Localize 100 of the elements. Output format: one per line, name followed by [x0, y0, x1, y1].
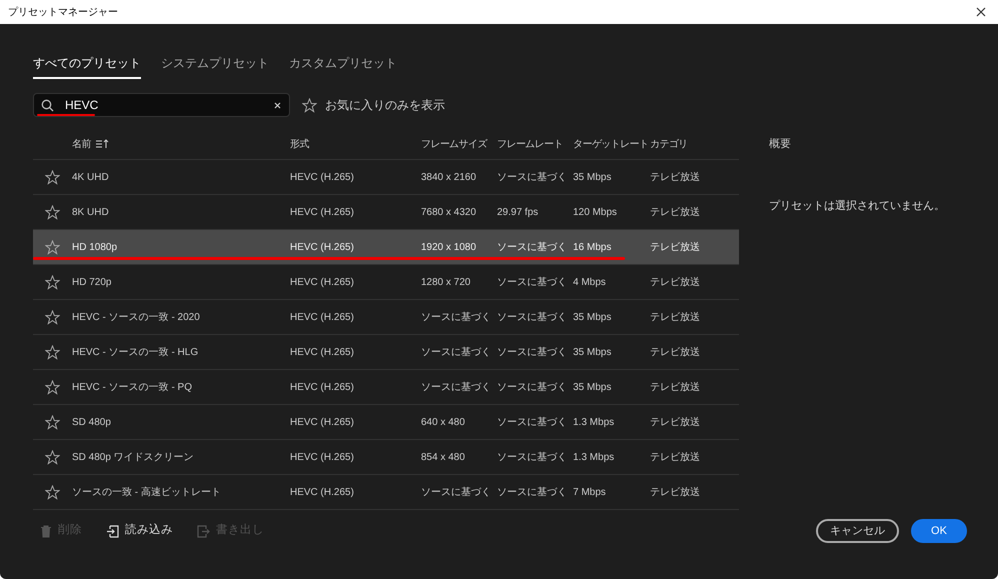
table-cell: ソースに基づく	[421, 312, 491, 322]
summary-text: プリセットは選択されていません。	[769, 198, 945, 214]
table-row[interactable]: HD 720p HEVC (H.265) 1280 x 720 ソースに基づく 4 Mbps テレビ放送	[33, 265, 739, 300]
table-cell: 3840 x 2160	[421, 172, 476, 182]
table-cell: 16 Mbps	[573, 242, 612, 252]
ok-button[interactable]: OK	[911, 519, 967, 543]
table-cell: HEVC (H.265)	[290, 416, 354, 428]
star-icon[interactable]	[45, 204, 60, 220]
table-cell: ソースに基づく	[497, 312, 567, 322]
table-row[interactable]: ソースの一致 - 高速ビットレート HEVC (H.265) ソースに基づく ソースに基づく 7 Mbps テレビ放送	[33, 475, 739, 510]
table-cell: 35 Mbps	[573, 172, 612, 182]
selected-table-row[interactable]: HD 1080p HEVC (H.265) 1920 x 1080 ソースに基づく 16 Mbps テレビ放送	[33, 230, 739, 265]
table-cell: HEVC (H.265)	[290, 382, 354, 392]
search-field[interactable]: HEVC	[33, 93, 290, 117]
table-cell: 7 Mbps	[573, 486, 606, 498]
table-cell: 640 x 480	[421, 416, 465, 428]
table-cell: テレビ放送	[650, 346, 700, 358]
star-icon[interactable]	[45, 344, 60, 360]
star-icon[interactable]	[45, 170, 60, 184]
table-cell: HEVC (H.265)	[290, 206, 354, 218]
tab[interactable]: システムプリセット	[161, 54, 269, 79]
search-icon	[41, 99, 54, 112]
table-row[interactable]: HEVC - ソースの一致 - PQ HEVC (H.265) ソースに基づく ソースに基づく 35 Mbps テレビ放送	[33, 370, 739, 405]
table-cell: ソースに基づく	[497, 346, 567, 358]
table-cell: テレビ放送	[650, 452, 700, 462]
table-cell: HEVC (H.265)	[290, 452, 354, 462]
table-cell: テレビ放送	[650, 382, 700, 392]
sort-icon[interactable]	[94, 139, 109, 149]
table-cell: ソースに基づく	[497, 172, 567, 182]
table-cell: 4 Mbps	[573, 276, 606, 288]
star-icon[interactable]	[45, 484, 60, 500]
star-icon[interactable]	[45, 274, 60, 290]
table-cell: HEVC (H.265)	[290, 346, 354, 358]
table-cell: ソースに基づく	[421, 346, 491, 358]
star-icon[interactable]	[45, 310, 60, 324]
table-cell: ソースに基づく	[421, 382, 491, 392]
table-cell: テレビ放送	[650, 416, 700, 428]
table-row[interactable]: SD 480p ワイドスクリーン HEVC (H.265) 854 x 480 ソースに基づく 1.3 Mbps テレビ放送	[33, 440, 739, 475]
table-cell: 35 Mbps	[573, 312, 612, 322]
table-cell: テレビ放送	[650, 172, 700, 182]
column-header[interactable]: ターゲットレート	[573, 136, 648, 152]
table-cell: HEVC (H.265)	[290, 486, 354, 498]
table-cell: HEVC (H.265)	[290, 276, 354, 288]
table-cell: HD 720p	[72, 276, 112, 288]
table-cell: HEVC - ソースの一致 - HLG	[72, 346, 198, 358]
column-header[interactable]: 形式	[290, 136, 309, 152]
import-button[interactable]: 読み込み	[106, 522, 173, 540]
star-icon[interactable]	[45, 240, 60, 254]
table-cell: ソースに基づく	[421, 486, 491, 498]
favorites-only-label[interactable]: お気に入りのみを表示	[325, 96, 445, 114]
table-cell: ソースに基づく	[497, 416, 567, 428]
table-cell: 7680 x 4320	[421, 206, 476, 218]
star-icon[interactable]	[45, 414, 60, 430]
table-cell: HD 1080p	[72, 242, 118, 252]
table-cell: ソースに基づく	[497, 486, 567, 498]
column-header[interactable]: カテゴリ	[650, 136, 688, 152]
table-cell: HEVC (H.265)	[290, 312, 354, 322]
star-icon[interactable]	[45, 450, 60, 464]
table-cell: 35 Mbps	[573, 346, 612, 358]
table-row[interactable]: HEVC - ソースの一致 - HLG HEVC (H.265) ソースに基づく ソースに基づく 35 Mbps テレビ放送	[33, 335, 739, 370]
table-cell: 1280 x 720	[421, 276, 470, 288]
table-cell: 1.3 Mbps	[573, 416, 614, 428]
table-cell: テレビ放送	[650, 486, 700, 498]
window-title: プリセットマネージャー	[8, 6, 118, 20]
table-row[interactable]: SD 480p HEVC (H.265) 640 x 480 ソースに基づく 1.3 Mbps テレビ放送	[33, 405, 739, 440]
tab[interactable]: すべてのプリセット	[33, 54, 141, 79]
table-cell: HEVC (H.265)	[290, 172, 354, 182]
export-icon	[197, 524, 210, 538]
table-cell: SD 480p ワイドスクリーン	[72, 452, 194, 462]
table-cell: テレビ放送	[650, 312, 700, 322]
table-cell: 120 Mbps	[573, 206, 617, 218]
table-cell: HEVC (H.265)	[290, 242, 354, 252]
column-header: 概要	[769, 137, 792, 152]
annotation-underline	[37, 114, 95, 116]
tab[interactable]: カスタムプリセット	[289, 54, 397, 79]
table-cell: 29.97 fps	[497, 206, 538, 218]
table-row[interactable]: HEVC - ソースの一致 - 2020 HEVC (H.265) ソースに基づく ソースに基づく 35 Mbps テレビ放送	[33, 300, 739, 335]
clear-icon[interactable]	[274, 102, 281, 109]
table-cell: 35 Mbps	[573, 382, 612, 392]
column-header[interactable]: フレームレート	[497, 136, 563, 152]
table-cell: ソースに基づく	[497, 452, 567, 462]
table-cell: ソースの一致 - 高速ビットレート	[72, 486, 221, 498]
close-icon[interactable]	[976, 7, 986, 17]
import-icon	[106, 524, 119, 538]
table-cell: テレビ放送	[650, 206, 700, 218]
table-cell: 4K UHD	[72, 172, 109, 182]
table-row[interactable]: 4K UHD HEVC (H.265) 3840 x 2160 ソースに基づく 35 Mbps テレビ放送	[33, 160, 739, 195]
table-cell: HEVC - ソースの一致 - 2020	[72, 312, 200, 322]
table-cell: 854 x 480	[421, 452, 465, 462]
table-cell: ソースに基づく	[497, 242, 567, 252]
table-cell: テレビ放送	[650, 276, 700, 288]
star-icon[interactable]	[45, 380, 60, 394]
table-cell: HEVC - ソースの一致 - PQ	[72, 382, 192, 392]
column-header[interactable]: フレームサイズ	[421, 136, 487, 152]
star-icon[interactable]	[302, 98, 317, 112]
column-header[interactable]: 名前	[72, 136, 91, 152]
table-cell: SD 480p	[72, 416, 111, 428]
trash-icon	[40, 524, 52, 538]
table-cell: 1.3 Mbps	[573, 452, 614, 462]
cancel-button[interactable]: キャンセル	[816, 519, 899, 543]
